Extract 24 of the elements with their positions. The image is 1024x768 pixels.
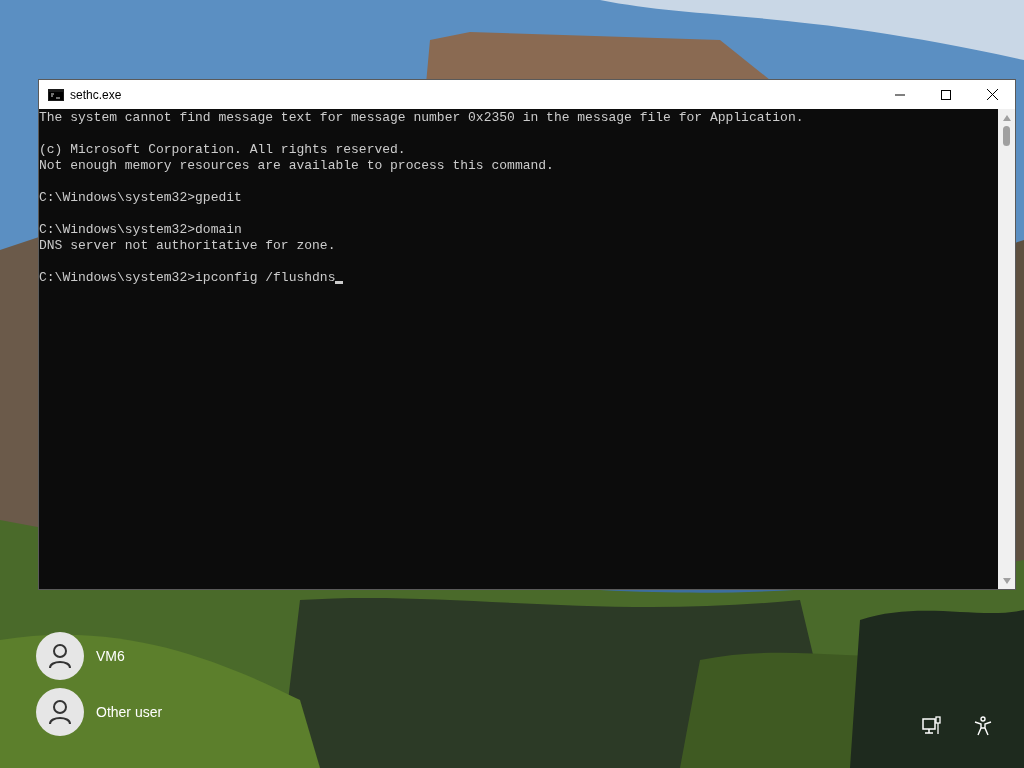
person-icon xyxy=(49,644,71,668)
console-line: The system cannot find message text for message number 0x2350 in the message file for Application. xyxy=(39,110,804,126)
console-app-icon xyxy=(48,88,64,101)
console-line: (c) Microsoft Corporation. All rights reserved. xyxy=(39,142,406,158)
network-icon[interactable] xyxy=(922,716,942,736)
accessibility-icon[interactable] xyxy=(973,716,993,736)
close-icon xyxy=(986,89,998,100)
scroll-up-arrow-icon[interactable] xyxy=(1002,114,1011,121)
console-line: C:\Windows\system32>domain xyxy=(39,222,242,238)
scroll-down-arrow-icon[interactable] xyxy=(1002,577,1011,584)
console-line: Not enough memory resources are available to process this command. xyxy=(39,158,554,174)
maximize-icon xyxy=(941,89,951,100)
window-title: sethc.exe xyxy=(70,86,122,104)
console-line: C:\Windows\system32>gpedit xyxy=(39,190,242,206)
user-tile[interactable]: VM6 xyxy=(36,632,163,680)
user-name: Other user xyxy=(96,702,163,722)
console-line: C:\Windows\system32>ipconfig /flushdns xyxy=(39,270,336,286)
text-cursor xyxy=(335,281,344,284)
user-name: VM6 xyxy=(96,646,125,666)
person-icon xyxy=(49,700,71,724)
console-line: DNS server not authoritative for zone. xyxy=(39,238,336,254)
scrollbar-thumb[interactable] xyxy=(1003,126,1010,146)
scrollbar[interactable] xyxy=(998,109,1015,589)
user-tile[interactable]: Other user xyxy=(36,688,163,736)
